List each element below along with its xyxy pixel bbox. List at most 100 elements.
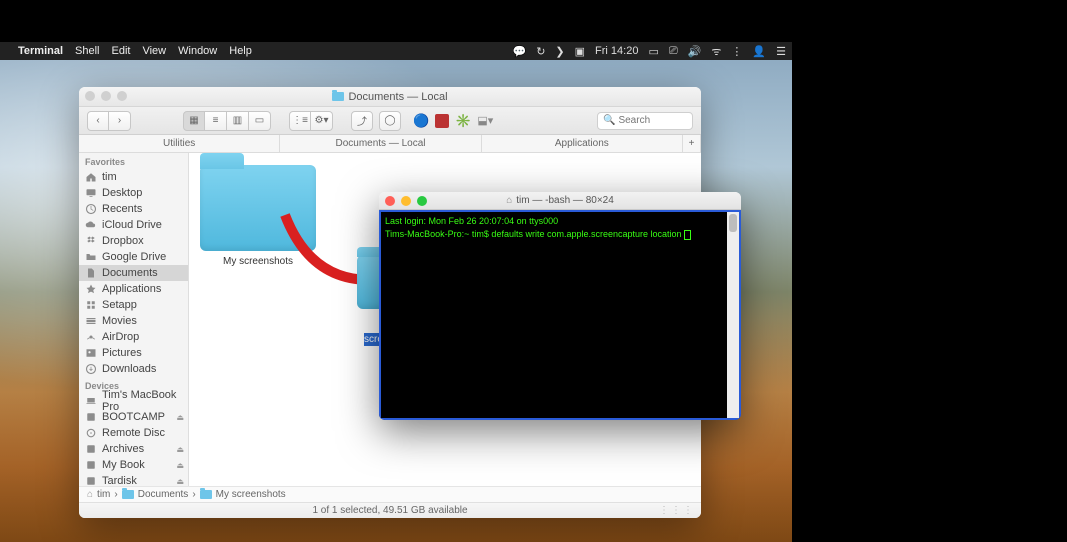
zoom-button[interactable] bbox=[117, 91, 127, 101]
document-icon bbox=[85, 267, 97, 279]
sidebar-item-label: Tardisk bbox=[102, 475, 137, 486]
finder-traffic-lights bbox=[85, 91, 127, 101]
sidebar-item-icloud[interactable]: iCloud Drive bbox=[79, 217, 188, 233]
close-button[interactable] bbox=[385, 196, 395, 206]
path-segment[interactable]: My screenshots bbox=[216, 489, 286, 500]
sidebar-item-recents[interactable]: Recents bbox=[79, 201, 188, 217]
view-column-button[interactable]: ▥ bbox=[227, 111, 249, 131]
pictures-icon bbox=[85, 347, 97, 359]
sidebar-item-airdrop[interactable]: AirDrop bbox=[79, 329, 188, 345]
tags-button[interactable]: ◯ bbox=[379, 111, 401, 131]
wifi-icon[interactable]: ᯤ bbox=[711, 44, 721, 59]
menubar-status-area: 💬 ↻ ❯ ▣ Fri 14:20 ▭ ⎚ 🔊 ᯤ ⋮ 👤 ☰ bbox=[512, 44, 786, 59]
sidebar-item-label: Pictures bbox=[102, 347, 142, 359]
finder-titlebar[interactable]: Documents — Local bbox=[79, 87, 701, 107]
view-gallery-button[interactable]: ▭ bbox=[249, 111, 271, 131]
sidebar-item-remotedisc[interactable]: Remote Disc bbox=[79, 425, 188, 441]
resize-grip[interactable]: ⋮⋮⋮ bbox=[659, 505, 695, 516]
sidebar-item-documents[interactable]: Documents bbox=[79, 265, 188, 281]
app-icon-1[interactable]: 🔵 bbox=[413, 113, 429, 129]
dropbox-icon[interactable]: ⬓▾ bbox=[477, 114, 493, 127]
sidebar-item-label: Desktop bbox=[102, 187, 142, 199]
zoom-button[interactable] bbox=[417, 196, 427, 206]
menubar-item-help[interactable]: Help bbox=[229, 45, 252, 57]
sidebar-item-label: Documents bbox=[102, 267, 158, 279]
terminal-titlebar[interactable]: ⌂ tim — -bash — 80×24 bbox=[379, 192, 741, 210]
sidebar-item-tim[interactable]: tim bbox=[79, 169, 188, 185]
terminal-content[interactable]: Last login: Mon Feb 26 20:07:04 on ttys0… bbox=[379, 210, 741, 420]
forward-button[interactable]: › bbox=[109, 111, 131, 131]
sidebar-item-mybook[interactable]: My Book⏏ bbox=[79, 457, 188, 473]
app-icon-2[interactable] bbox=[435, 114, 449, 128]
tab-utilities[interactable]: Utilities bbox=[79, 135, 280, 152]
menubar-item-edit[interactable]: Edit bbox=[112, 45, 131, 57]
close-button[interactable] bbox=[85, 91, 95, 101]
minimize-button[interactable] bbox=[401, 196, 411, 206]
menubar-item-window[interactable]: Window bbox=[178, 45, 217, 57]
finder-status-bar: 1 of 1 selected, 49.51 GB available ⋮⋮⋮ bbox=[79, 502, 701, 518]
view-icon-button[interactable]: ▦ bbox=[183, 111, 205, 131]
disk-icon bbox=[85, 411, 97, 423]
sidebar-item-downloads[interactable]: Downloads bbox=[79, 361, 188, 377]
folder-icon bbox=[85, 251, 97, 263]
sidebar-item-dropbox[interactable]: Dropbox bbox=[79, 233, 188, 249]
sidebar-item-applications[interactable]: Applications bbox=[79, 281, 188, 297]
tab-add-button[interactable]: + bbox=[683, 135, 701, 152]
eject-icon[interactable]: ⏏ bbox=[176, 461, 184, 470]
terminal-cursor bbox=[684, 230, 691, 240]
sidebar-item-setapp[interactable]: Setapp bbox=[79, 297, 188, 313]
sidebar-item-tardisk[interactable]: Tardisk ⏏ bbox=[79, 473, 188, 486]
chat-icon[interactable]: 💬 bbox=[512, 45, 526, 58]
sidebar-item-archives[interactable]: Archives⏏ bbox=[79, 441, 188, 457]
path-segment[interactable]: tim bbox=[97, 489, 110, 500]
display-icon[interactable]: ⎚ bbox=[669, 45, 678, 58]
scrollbar[interactable] bbox=[727, 212, 739, 418]
search-field[interactable]: 🔍 bbox=[597, 112, 693, 130]
tab-applications[interactable]: Applications bbox=[482, 135, 683, 152]
terminal-traffic-lights bbox=[385, 196, 427, 206]
sidebar-item-desktop[interactable]: Desktop bbox=[79, 185, 188, 201]
sidebar-item-pictures[interactable]: Pictures bbox=[79, 345, 188, 361]
sidebar-item-bootcamp[interactable]: BOOTCAMP⏏ bbox=[79, 409, 188, 425]
folder-icon bbox=[122, 490, 134, 499]
volume-icon[interactable]: 🔊 bbox=[688, 45, 702, 58]
screenshot-icon[interactable]: ▣ bbox=[575, 45, 585, 58]
eject-icon[interactable]: ⏏ bbox=[176, 445, 184, 454]
back-button[interactable]: ‹ bbox=[87, 111, 109, 131]
eject-icon[interactable]: ⏏ bbox=[176, 413, 184, 422]
desktop-icon bbox=[85, 187, 97, 199]
view-list-button[interactable]: ≡ bbox=[205, 111, 227, 131]
battery-icon[interactable]: ▭ bbox=[648, 45, 658, 58]
finder-tab-bar: Utilities Documents — Local Applications… bbox=[79, 135, 701, 153]
sidebar-item-label: tim bbox=[102, 171, 117, 183]
search-input[interactable] bbox=[618, 115, 687, 126]
user-icon[interactable]: 👤 bbox=[752, 45, 766, 58]
finder-title-text: Documents — Local bbox=[348, 91, 447, 103]
list-icon[interactable]: ☰ bbox=[776, 45, 786, 58]
home-icon[interactable]: ⌂ bbox=[87, 489, 93, 500]
path-segment[interactable]: Documents bbox=[138, 489, 189, 500]
sidebar-item-movies[interactable]: Movies bbox=[79, 313, 188, 329]
sidebar-item-label: Dropbox bbox=[102, 235, 144, 247]
app-icon-3[interactable]: ✳️ bbox=[455, 113, 471, 129]
sidebar-item-googledrive[interactable]: Google Drive bbox=[79, 249, 188, 265]
arrange-button[interactable]: ⋮≡ bbox=[289, 111, 311, 131]
menubar-item-shell[interactable]: Shell bbox=[75, 45, 99, 57]
share-button[interactable]: ⤴ bbox=[351, 111, 373, 131]
minimize-button[interactable] bbox=[101, 91, 111, 101]
sidebar-item-macbook[interactable]: Tim's MacBook Pro bbox=[79, 393, 188, 409]
eject-icon[interactable]: ⏏ bbox=[176, 477, 184, 486]
menubar-app[interactable]: Terminal bbox=[18, 45, 63, 57]
sync-icon[interactable]: ↻ bbox=[536, 45, 545, 58]
home-icon bbox=[85, 171, 97, 183]
home-icon: ⌂ bbox=[506, 195, 512, 206]
chevron-right-icon[interactable]: ❯ bbox=[555, 45, 564, 58]
movies-icon bbox=[85, 315, 97, 327]
setapp-icon bbox=[85, 299, 97, 311]
bluetooth-icon[interactable]: ⋮ bbox=[731, 45, 742, 58]
action-button[interactable]: ⚙︎▾ bbox=[311, 111, 333, 131]
tab-documents[interactable]: Documents — Local bbox=[280, 135, 481, 152]
menubar-item-view[interactable]: View bbox=[142, 45, 166, 57]
sidebar-item-label: Setapp bbox=[102, 299, 137, 311]
clock-text[interactable]: Fri 14:20 bbox=[595, 45, 638, 57]
